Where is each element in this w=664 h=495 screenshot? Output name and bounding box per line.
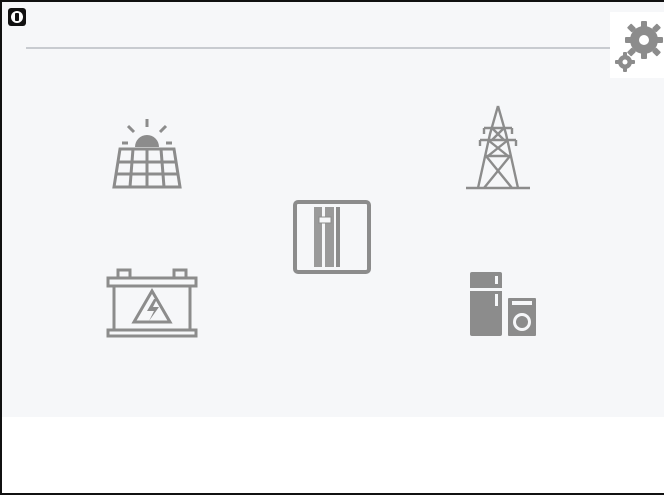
main-screen (0, 0, 664, 495)
solar-panel-icon (112, 119, 182, 189)
grid-device[interactable] (464, 104, 532, 194)
battery-device[interactable] (104, 267, 200, 339)
solar-device[interactable] (106, 117, 188, 193)
header-divider (26, 47, 618, 49)
household-appliances-icon (470, 272, 536, 336)
loads-device[interactable] (468, 270, 540, 340)
status-indicator-bar (15, 13, 19, 21)
settings-button[interactable] (610, 12, 664, 78)
battery-icon (106, 268, 198, 338)
lower-panel (2, 417, 664, 493)
gears-icon (615, 21, 663, 72)
power-tower-icon (466, 105, 530, 190)
status-indicator-icon (8, 8, 26, 26)
inverter-icon (293, 200, 371, 274)
inverter-device[interactable] (292, 199, 372, 275)
